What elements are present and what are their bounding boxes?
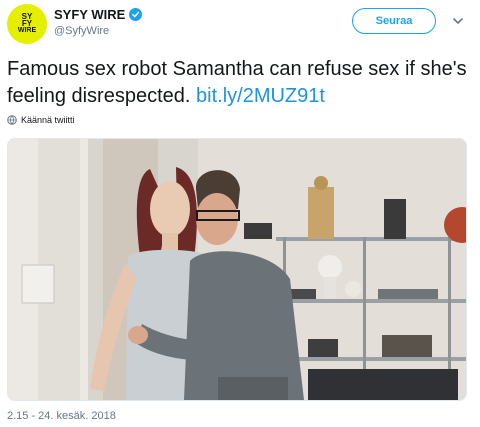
name-row: SYFY WIRE: [54, 7, 143, 22]
follow-button[interactable]: Seuraa: [352, 8, 436, 34]
account-handle[interactable]: @SyfyWire: [54, 25, 109, 37]
avatar[interactable]: SY FY WIRE: [7, 4, 47, 44]
chevron-down-icon[interactable]: [451, 14, 465, 28]
tweet-link[interactable]: bit.ly/2MUZ91t: [196, 85, 325, 107]
display-name[interactable]: SYFY WIRE: [54, 7, 125, 22]
globe-icon: [7, 115, 17, 125]
tweet-timestamp[interactable]: 2.15 - 24. kesäk. 2018: [7, 410, 116, 422]
translate-tweet[interactable]: Käännä twiitti: [7, 115, 75, 125]
tweet-header: SY FY WIRE SYFY WIRE @SyfyWire Seuraa: [0, 0, 480, 50]
translate-label: Käännä twiitti: [21, 115, 75, 125]
avatar-text-wire: WIRE: [17, 27, 37, 34]
verified-badge-icon: [129, 8, 143, 21]
tweet-text: Famous sex robot Samantha can refuse sex…: [7, 56, 473, 110]
photo-scene: [8, 139, 466, 400]
avatar-text-fy: FY: [21, 19, 33, 28]
tweet-photo[interactable]: [7, 138, 467, 401]
